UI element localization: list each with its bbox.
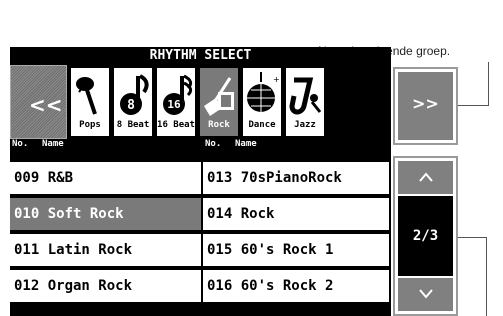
list-item-label: 013 70sPianoRock	[207, 170, 342, 186]
note-8-icon: 8	[120, 74, 149, 115]
callout-leader-pager	[486, 238, 487, 316]
next-group-button[interactable]: >>	[393, 67, 458, 145]
list-item[interactable]: 012 Organ Rock	[10, 270, 203, 304]
list-item[interactable]: 014 Rock	[203, 198, 391, 232]
category-16-beat[interactable]: 16 16 Beat	[157, 68, 195, 136]
list-item[interactable]: 010 Soft Rock	[10, 198, 203, 232]
svg-text:16: 16	[167, 98, 181, 111]
page-indicator: 2/3	[398, 196, 453, 276]
prev-group-button[interactable]: <<	[10, 65, 67, 139]
list-item-label: 010 Soft Rock	[14, 206, 124, 222]
guitar-icon	[204, 77, 234, 116]
category-label: Jazz	[294, 120, 316, 130]
list-item-label: 009 R&B	[14, 170, 74, 186]
callout-leader-next-h	[458, 105, 489, 106]
callout-leader-next	[488, 62, 489, 106]
microphone-icon	[76, 77, 97, 115]
header-no-right: No.	[205, 139, 222, 149]
category-dance[interactable]: + Dance	[243, 68, 281, 136]
callout-leader-pager-h	[458, 237, 487, 238]
category-pops[interactable]: Pops	[71, 68, 109, 136]
saxophone-icon	[289, 77, 322, 115]
category-8-beat[interactable]: 8 8 Beat	[114, 68, 152, 136]
chevron-up-icon	[418, 172, 433, 182]
svg-text:+: +	[273, 75, 280, 84]
svg-text:8: 8	[127, 98, 135, 113]
list-item[interactable]: 011 Latin Rock	[10, 234, 203, 268]
header-name-left: Name	[42, 139, 64, 149]
double-chevron-left-icon: <<	[29, 93, 63, 117]
rhythm-select-screen: RHYTHM SELECT << Pops 8 8 Beat 16 16 Bea…	[10, 47, 391, 316]
list-item-label: 014 Rock	[207, 206, 275, 222]
list-item[interactable]: 015 60's Rock 1	[203, 234, 391, 268]
next-group-face: >>	[398, 72, 453, 140]
header-name-right: Name	[235, 139, 257, 149]
page-down-button[interactable]	[398, 278, 453, 311]
chevron-down-icon	[418, 289, 433, 299]
list-item-label: 012 Organ Rock	[14, 278, 133, 294]
list-item-label: 011 Latin Rock	[14, 242, 133, 258]
list-item[interactable]: 016 60's Rock 2	[203, 270, 391, 304]
page-up-button[interactable]	[398, 161, 453, 194]
double-chevron-right-icon: >>	[412, 94, 439, 113]
list-item-label: 015 60's Rock 1	[207, 242, 334, 258]
list-item-label: 016 60's Rock 2	[207, 278, 334, 294]
category-jazz[interactable]: Jazz	[286, 68, 324, 136]
list-item[interactable]: 013 70sPianoRock	[203, 162, 391, 196]
page-navigator: 2/3	[393, 156, 458, 316]
header-no-left: No.	[12, 139, 29, 149]
disco-ball-icon: +	[247, 72, 280, 112]
screen-title: RHYTHM SELECT	[10, 47, 391, 65]
note-16-icon: 16	[163, 74, 193, 115]
category-rock[interactable]: Rock	[200, 68, 238, 136]
list-item[interactable]: 009 R&B	[10, 162, 203, 196]
